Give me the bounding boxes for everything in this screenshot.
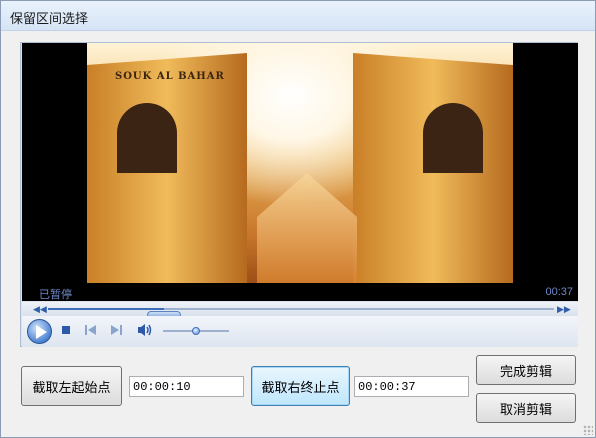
seek-back-icon[interactable]: ◀◀ (33, 304, 47, 315)
volume-slider[interactable] (163, 327, 229, 335)
center-arcade (257, 173, 357, 283)
stop-icon[interactable] (61, 325, 71, 335)
title-bar[interactable]: 保留区间选择 (1, 1, 595, 31)
end-time-field[interactable]: 00:00:37 (354, 376, 469, 397)
playback-state: 已暂停 (39, 289, 72, 301)
volume-thumb[interactable] (192, 327, 200, 335)
previous-icon[interactable] (85, 325, 97, 335)
clip-range-dialog: 保留区间选择 SOUK AL BAHAR 已暂停 00:37 ◀◀ ▶▶ 截取左… (0, 0, 596, 438)
resize-grip[interactable] (583, 425, 593, 435)
start-time-field[interactable]: 00:00:10 (129, 376, 244, 397)
video-display[interactable]: SOUK AL BAHAR 已暂停 00:37 (22, 43, 578, 301)
cancel-clip-button[interactable]: 取消剪辑 (476, 393, 576, 423)
video-player: SOUK AL BAHAR 已暂停 00:37 ◀◀ ▶▶ (20, 42, 578, 347)
next-icon[interactable] (110, 325, 122, 335)
control-bar (22, 316, 578, 347)
volume-icon[interactable] (137, 323, 153, 337)
window-title: 保留区间选择 (10, 12, 89, 27)
left-arch (117, 103, 177, 173)
right-arch (423, 103, 483, 173)
play-icon (36, 325, 47, 339)
set-end-point-button[interactable]: 截取右终止点 (251, 366, 350, 406)
seek-bar[interactable]: ◀◀ ▶▶ (22, 302, 578, 319)
seek-forward-icon[interactable]: ▶▶ (557, 304, 571, 315)
current-time: 00:37 (545, 286, 573, 298)
seek-fill (48, 308, 165, 310)
video-sign-text: SOUK AL BAHAR (115, 71, 225, 82)
finish-clip-button[interactable]: 完成剪辑 (476, 355, 576, 385)
set-start-point-button[interactable]: 截取左起始点 (21, 366, 122, 406)
play-button[interactable] (27, 319, 52, 344)
seek-track[interactable] (48, 308, 554, 319)
video-frame: SOUK AL BAHAR (87, 43, 513, 283)
